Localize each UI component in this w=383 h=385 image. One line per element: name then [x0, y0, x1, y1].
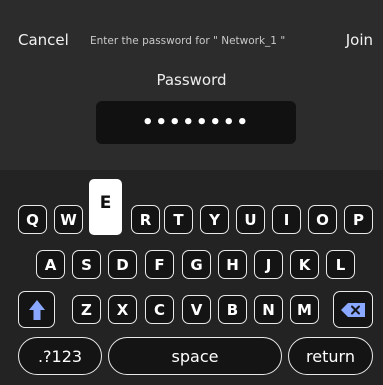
key-u[interactable]: U	[236, 205, 265, 234]
password-prompt: Enter the password for " Network_1 "	[90, 35, 286, 47]
key-m[interactable]: M	[290, 295, 319, 324]
key-o[interactable]: O	[308, 205, 337, 234]
key-c[interactable]: C	[145, 295, 174, 324]
key-g[interactable]: G	[182, 250, 211, 279]
key-n[interactable]: N	[254, 295, 283, 324]
password-dialog: Cancel Enter the password for " Network_…	[0, 0, 383, 170]
key-y[interactable]: Y	[200, 205, 229, 234]
key-v[interactable]: V	[182, 295, 211, 324]
key-i[interactable]: I	[272, 205, 301, 234]
space-key[interactable]: space	[108, 337, 282, 375]
key-h[interactable]: H	[218, 250, 247, 279]
key-b[interactable]: B	[218, 295, 247, 324]
key-e-pressed-popup[interactable]: E	[89, 179, 122, 235]
password-masked-value: ••••••••	[141, 112, 251, 133]
key-a[interactable]: A	[36, 250, 65, 279]
wifi-password-screen: Cancel Enter the password for " Network_…	[0, 0, 383, 385]
shift-arrow-icon	[28, 299, 45, 320]
key-k[interactable]: K	[290, 250, 319, 279]
backspace-icon	[341, 302, 365, 317]
key-w[interactable]: W	[54, 205, 83, 234]
key-p[interactable]: P	[344, 205, 373, 234]
key-z[interactable]: Z	[72, 295, 101, 324]
key-r[interactable]: R	[131, 205, 160, 234]
key-s[interactable]: S	[72, 250, 101, 279]
key-x[interactable]: X	[108, 295, 137, 324]
key-d[interactable]: D	[108, 250, 137, 279]
key-l[interactable]: L	[326, 250, 355, 279]
cancel-button[interactable]: Cancel	[18, 31, 69, 49]
numbers-key[interactable]: .?123	[18, 337, 102, 375]
delete-key[interactable]	[333, 291, 373, 328]
key-t[interactable]: T	[164, 205, 193, 234]
key-j[interactable]: J	[254, 250, 283, 279]
key-q[interactable]: Q	[18, 205, 47, 234]
join-button[interactable]: Join	[346, 31, 373, 49]
password-field[interactable]: ••••••••	[96, 101, 296, 144]
shift-key[interactable]	[18, 291, 55, 328]
key-f[interactable]: F	[145, 250, 174, 279]
password-label: Password	[156, 71, 227, 89]
return-key[interactable]: return	[288, 337, 373, 375]
